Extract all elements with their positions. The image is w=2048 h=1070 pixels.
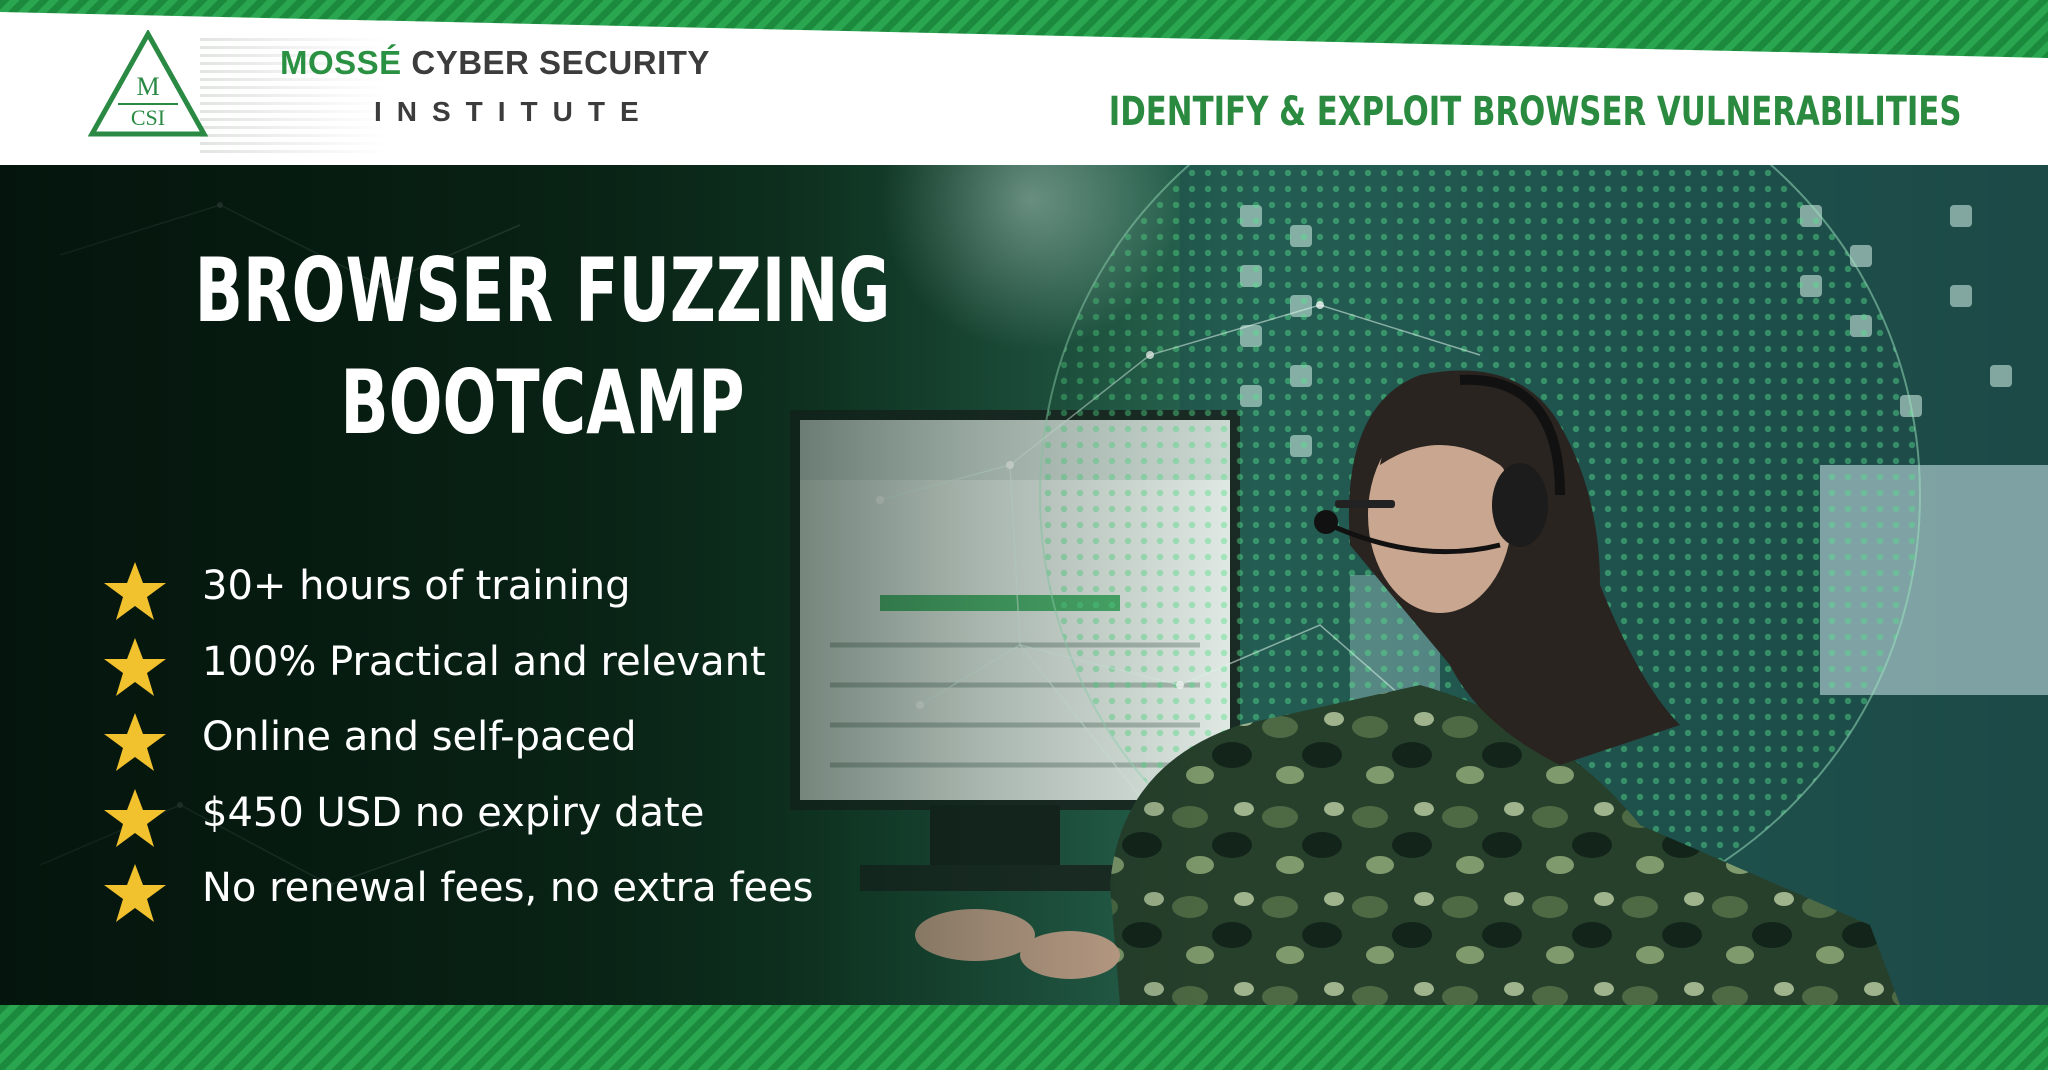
star-icon [104, 864, 166, 922]
logo-subtitle: INSTITUTE [374, 96, 654, 127]
feature-item: Online and self-paced [102, 711, 882, 787]
feature-text: $450 USD no expiry date [202, 789, 705, 836]
feature-list: 30+ hours of training 100% Practical and… [102, 560, 882, 938]
feature-text: 100% Practical and relevant [202, 638, 766, 685]
logo-mark-m: M [136, 72, 160, 101]
feature-text: Online and self-paced [202, 714, 637, 760]
feature-item: No renewal fees, no extra fees [102, 862, 882, 938]
logo-name-cyber-security: CYBER SECURITY [411, 44, 710, 81]
star-icon [104, 788, 166, 847]
star-icon [104, 637, 166, 696]
bottom-green-stripe [0, 1005, 2048, 1070]
msci-logo[interactable]: M CSI MOSSÉ CYBER SECURITY INSTITUTE [88, 30, 768, 156]
feature-text: No renewal fees, no extra fees [202, 865, 814, 911]
feature-text: 30+ hours of training [202, 563, 631, 609]
hero-section: BROWSER FUZZING BOOTCAMP 30+ hours of tr… [0, 165, 2048, 1005]
star-icon [104, 562, 166, 620]
course-title: BROWSER FUZZING BOOTCAMP [152, 235, 933, 459]
logo-mark-csi: CSI [118, 103, 178, 129]
feature-item: 100% Practical and relevant [102, 636, 882, 712]
logo-name-mosse: MOSSÉ [280, 44, 402, 81]
course-title-line1: BROWSER FUZZING [194, 239, 891, 342]
header-tagline: IDENTIFY & EXPLOIT BROWSER VULNERABILITI… [1109, 89, 1962, 135]
star-icon [104, 713, 166, 771]
feature-item: $450 USD no expiry date [102, 787, 882, 863]
feature-item: 30+ hours of training [102, 560, 882, 636]
course-title-line2: BOOTCAMP [340, 351, 745, 454]
logo-name: MOSSÉ CYBER SECURITY [280, 46, 710, 79]
